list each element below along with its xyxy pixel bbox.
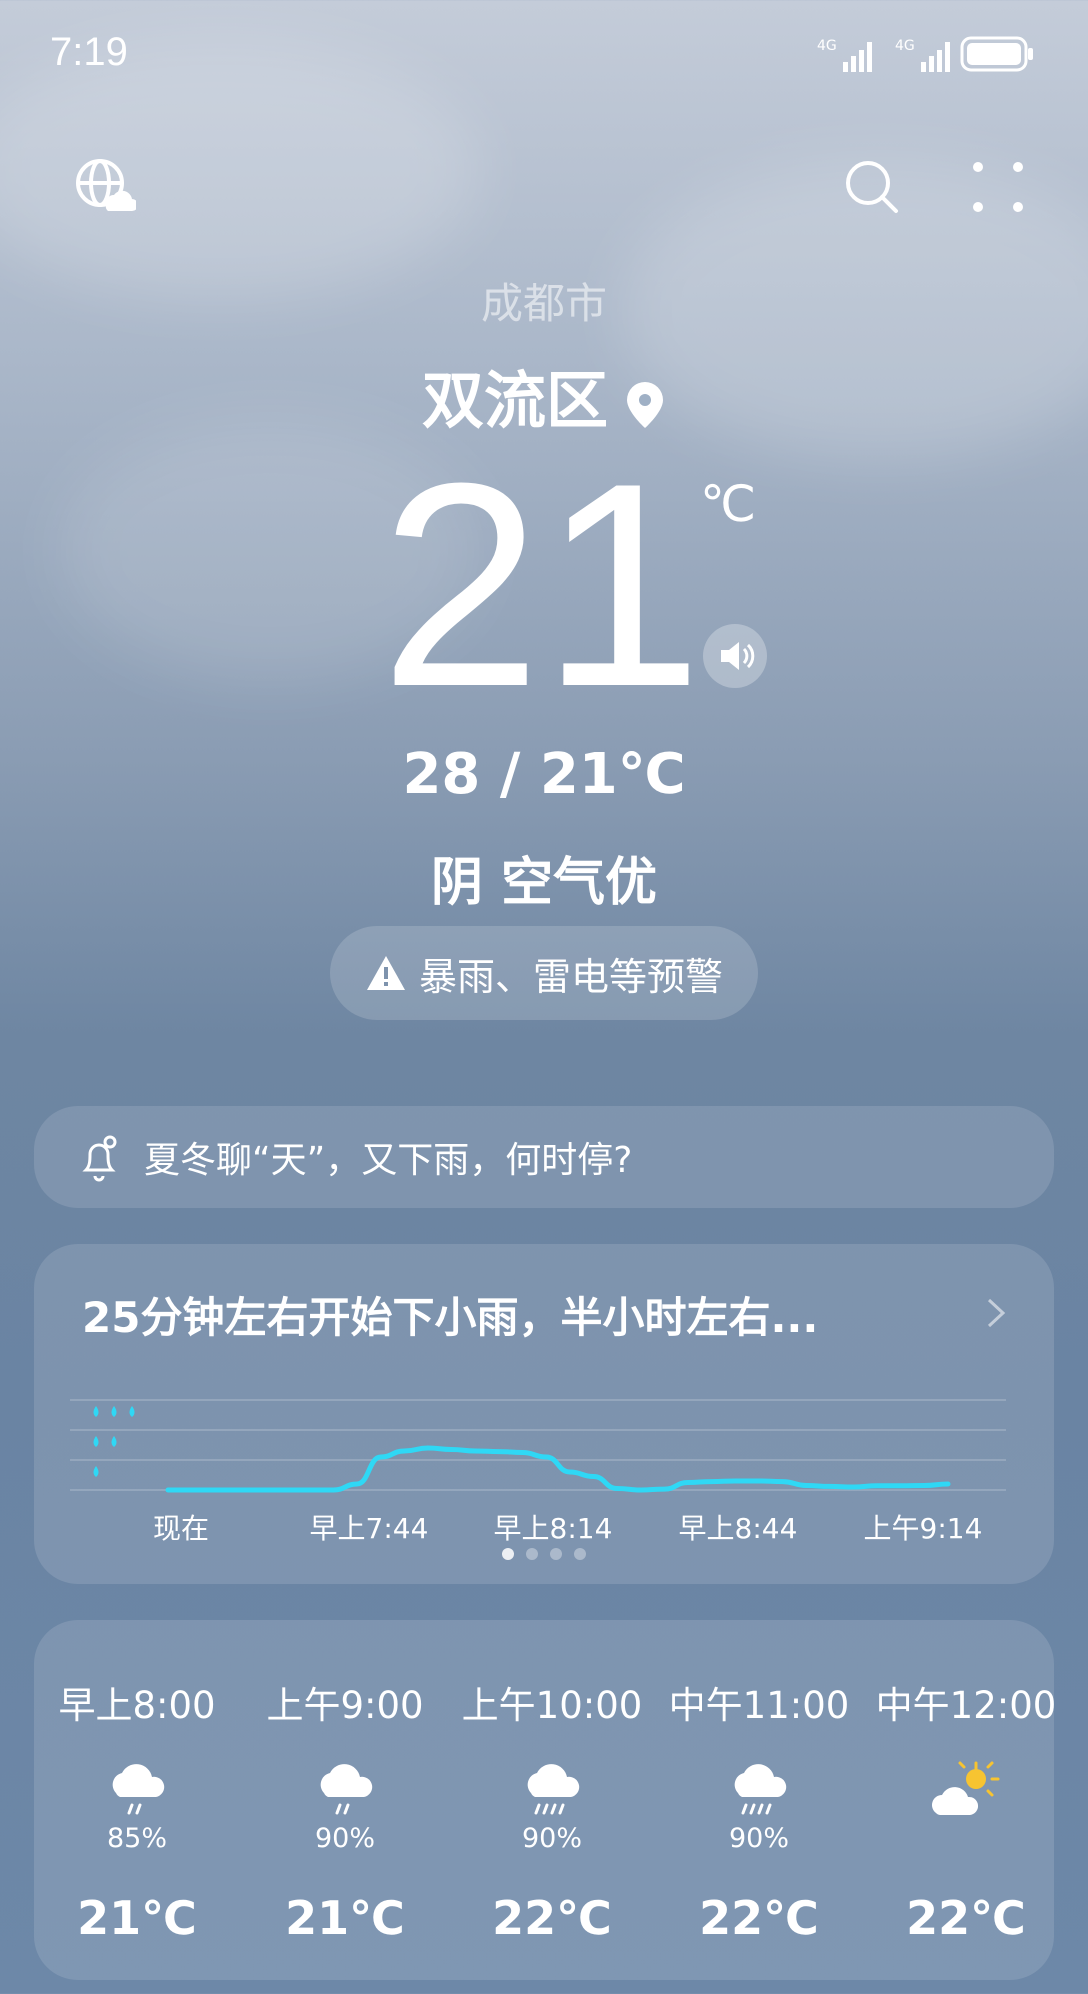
time-tick-label: 早上8:44 [679, 1512, 798, 1545]
temperature-unit: ℃ [700, 475, 757, 533]
weather-alert-button[interactable]: 暴雨、雷电等预警 [330, 926, 758, 1020]
news-text: 夏冬聊“天”，又下雨，何时停? [144, 1140, 633, 1181]
precipitation-line [165, 1445, 951, 1493]
precipitation-probability [866, 1823, 1066, 1853]
hour-temperature: 21℃ [285, 1891, 405, 1945]
city-name: 成都市 [480, 279, 607, 328]
warning-icon [366, 956, 405, 990]
hour-temperature: 22℃ [492, 1891, 612, 1945]
hour-label: 中午12:00 [875, 1684, 1057, 1727]
hour-label: 上午10:00 [461, 1684, 643, 1727]
precipitation-probability: 90% [728, 1823, 789, 1854]
hour-temperature: 22℃ [906, 1891, 1026, 1945]
hourly-item: 上午9:00 90% 21℃ [245, 1675, 445, 1945]
page-indicator-dot[interactable] [526, 1548, 538, 1560]
hourly-item: 中午11:00 90% 22℃ [659, 1675, 859, 1945]
hourly-item: 中午12:00 22℃ [866, 1675, 1066, 1945]
weather-news-card[interactable]: 夏冬聊“天”，又下雨，何时停? [34, 1106, 1054, 1208]
heavy-rain-cloud-icon [659, 1759, 859, 1819]
page-indicator-dot[interactable] [502, 1548, 514, 1560]
rain-intensity-drop-icon [111, 1406, 117, 1417]
precipitation-probability: 90% [521, 1823, 582, 1854]
rain-intensity-drop-icon [93, 1406, 99, 1417]
minute-rain-card[interactable]: 25分钟左右开始下小雨，半小时左右... 现在 早上7:44 早上8:14 早上8:4… [34, 1244, 1054, 1584]
weather-condition: 阴 空气优 [430, 853, 658, 913]
bell-icon [82, 1135, 117, 1182]
status-bar: 7:19 4G 4G [0, 0, 1088, 110]
speaker-icon [721, 642, 755, 670]
signal-4g-icon: 4G [817, 38, 872, 72]
status-time: 7:19 [50, 30, 128, 74]
svg-text:4G: 4G [895, 38, 915, 54]
voice-broadcast-button[interactable] [703, 624, 767, 688]
more-icon[interactable] [966, 155, 1030, 219]
rain-cloud-icon [37, 1759, 237, 1819]
time-tick-label: 现在 [153, 1512, 209, 1545]
rain-intensity-drop-icon [111, 1436, 117, 1447]
alert-text: 暴雨、雷电等预警 [418, 954, 723, 999]
hour-temperature: 21℃ [77, 1891, 197, 1945]
precipitation-probability: 85% [106, 1823, 167, 1854]
current-temperature: 21 [380, 423, 703, 747]
precipitation-probability: 90% [314, 1823, 375, 1854]
rain-intensity-drop-icon [93, 1436, 99, 1447]
rain-chart: 现在 早上7:44 早上8:14 早上8:44 上午9:14 [70, 1399, 1006, 1560]
time-tick-label: 上午9:14 [864, 1512, 983, 1545]
hourly-item: 早上8:00 85% 21℃ [37, 1675, 237, 1945]
hourly-forecast-card[interactable]: 早上8:00 85% 21℃ 上午9:00 90% 21℃ 上午10:00 90… [34, 1620, 1056, 1980]
page-indicator-dot[interactable] [550, 1548, 562, 1560]
svg-text:4G: 4G [817, 38, 837, 54]
hour-label: 中午11:00 [668, 1684, 850, 1727]
rain-intensity-drop-icon [129, 1406, 135, 1417]
time-tick-label: 早上8:14 [494, 1512, 613, 1545]
hour-temperature: 22℃ [699, 1891, 819, 1945]
rain-intensity-drop-icon [93, 1466, 99, 1477]
heavy-rain-cloud-icon [452, 1759, 652, 1819]
hour-label: 早上8:00 [58, 1684, 216, 1727]
signal-4g-icon: 4G [895, 38, 950, 72]
hour-label: 上午9:00 [266, 1684, 424, 1727]
battery-icon [960, 36, 1033, 72]
hourly-item: 上午10:00 90% 22℃ [452, 1675, 652, 1945]
city-management-icon[interactable] [72, 155, 136, 219]
page-indicator-dot[interactable] [574, 1548, 586, 1560]
time-tick-label: 早上7:44 [310, 1512, 429, 1545]
partly-cloudy-icon [866, 1759, 1066, 1819]
search-icon[interactable] [840, 155, 904, 219]
temperature-range: 28 / 21℃ [402, 742, 686, 807]
rain-cloud-icon [245, 1759, 445, 1819]
